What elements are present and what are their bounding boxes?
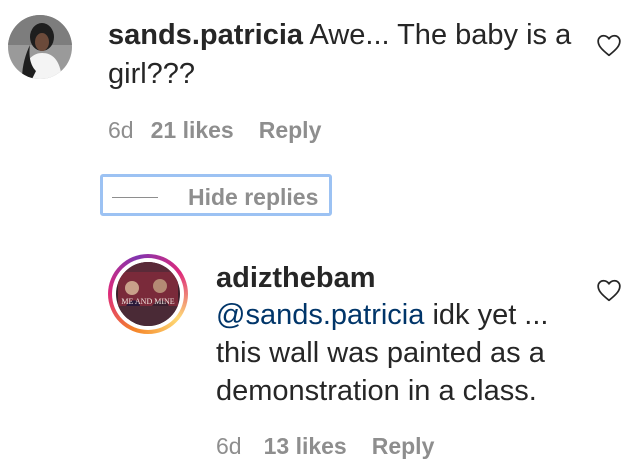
profile-photo — [8, 15, 72, 79]
reply-likes[interactable]: 13 likes — [264, 433, 347, 459]
replies-divider-line — [112, 197, 158, 198]
comment-likes[interactable]: 21 likes — [151, 117, 234, 143]
story-ring[interactable]: ME AND MINE — [108, 254, 188, 334]
story-ring-gap: ME AND MINE — [112, 258, 184, 330]
comment-text: sands.patricia Awe... The baby is a girl… — [108, 16, 588, 94]
heart-outline-icon[interactable] — [596, 33, 622, 57]
hide-replies-button[interactable]: Hide replies — [100, 174, 332, 216]
heart-outline-icon[interactable] — [596, 278, 622, 302]
reply-time[interactable]: 6d — [216, 433, 242, 459]
reply-meta: 6d 13 likes Reply — [216, 432, 434, 460]
reply-button[interactable]: Reply — [259, 117, 322, 143]
reply-reply-button[interactable]: Reply — [372, 433, 435, 459]
avatar: ME AND MINE — [116, 262, 180, 326]
profile-photo: ME AND MINE — [116, 262, 180, 326]
comment-meta: 6d 21 likes Reply — [108, 116, 321, 144]
comment-time[interactable]: 6d — [108, 117, 134, 143]
reply-username[interactable]: adizthebam — [216, 260, 376, 296]
comments-section: sands.patricia Awe... The baby is a girl… — [0, 0, 634, 472]
reply-text: @sands.patricia idk yet ... this wall wa… — [216, 296, 576, 410]
comment-username[interactable]: sands.patricia — [108, 19, 303, 51]
reply-mention-link[interactable]: @sands.patricia — [216, 299, 424, 331]
avatar-caption: ME AND MINE — [121, 297, 174, 306]
hide-replies-label: Hide replies — [188, 184, 319, 210]
avatar[interactable] — [8, 15, 72, 79]
